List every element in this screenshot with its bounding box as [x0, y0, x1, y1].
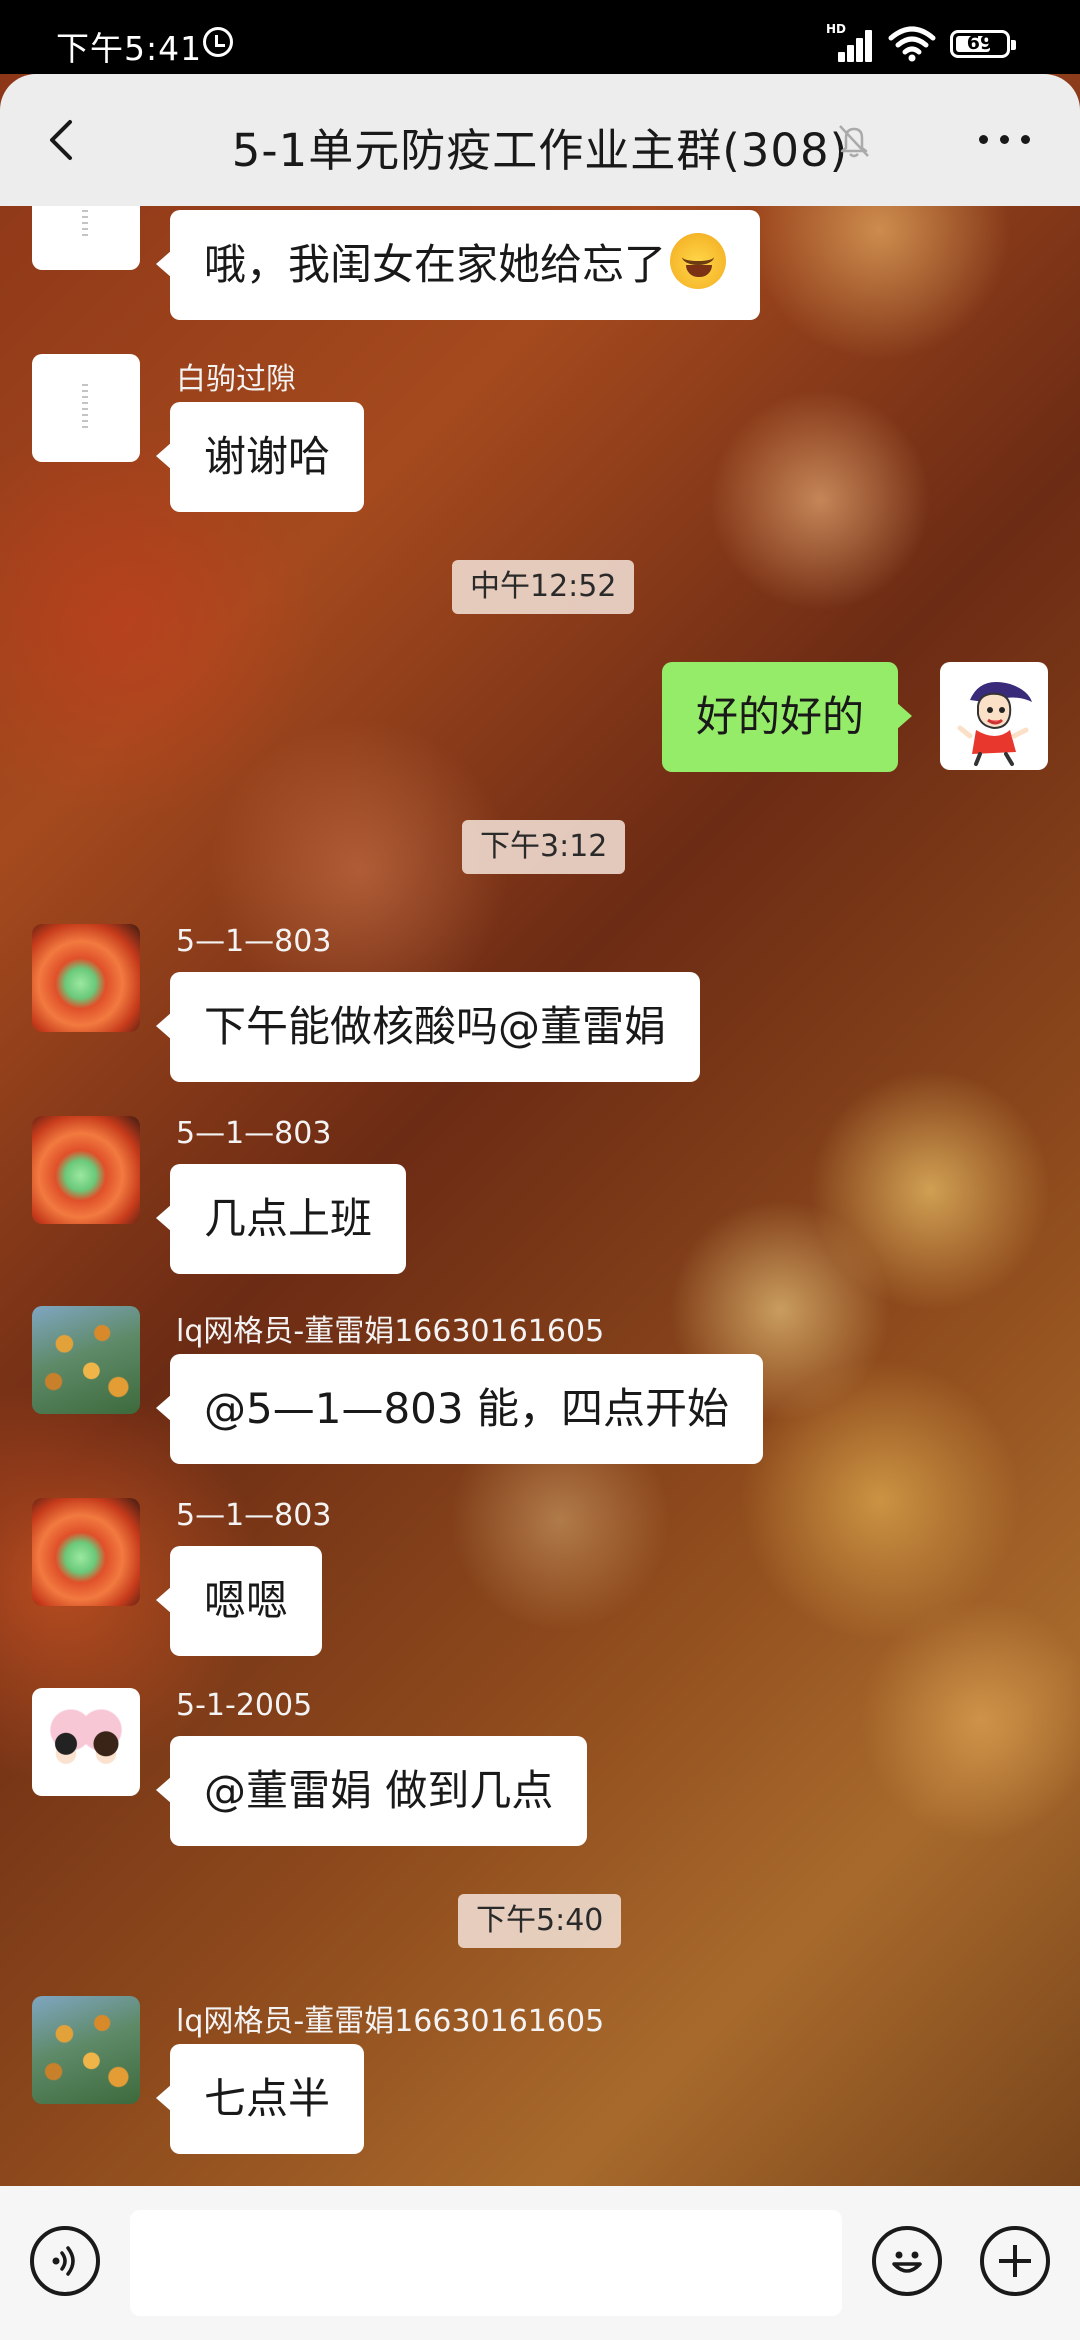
message-text: 下午能做核酸吗@董雷娟	[204, 1002, 667, 1051]
message-bubble[interactable]: @董雷娟 做到几点	[155, 1736, 588, 1846]
status-bar: 下午5:41 HD 69	[0, 0, 1080, 74]
message-text: 好的好的	[696, 692, 865, 741]
sender-name: 5—1—803	[176, 1498, 332, 1533]
message-bubble[interactable]: 哦，我闺女在家她给忘了	[155, 210, 761, 320]
battery-level: 69	[966, 32, 994, 54]
message-text: 几点上班	[204, 1194, 373, 1243]
my-avatar[interactable]	[940, 662, 1048, 770]
timestamp: 下午3:12	[462, 820, 626, 874]
message-text: 嗯嗯	[204, 1576, 289, 1625]
message-text: @5—1—803 能，四点开始	[204, 1384, 729, 1433]
chat-header: 5-1单元防疫工作业主群(308)	[0, 74, 1080, 206]
avatar[interactable]	[32, 1306, 140, 1414]
message-bubble[interactable]: 谢谢哈	[155, 402, 365, 512]
message-bubble[interactable]: 好的好的	[662, 662, 913, 772]
message-bubble[interactable]: @5—1—803 能，四点开始	[156, 1354, 763, 1464]
avatar[interactable]	[32, 354, 140, 462]
sender-name: 5—1—803	[176, 924, 332, 959]
status-time: 下午5:41	[56, 29, 203, 68]
cartoon-character-icon	[957, 682, 1032, 766]
message-bubble[interactable]: 几点上班	[155, 1164, 407, 1274]
chat-area[interactable]: 哦，我闺女在家她给忘了 白驹过隙 谢谢哈 中午12:52 好的好的 下午3:12…	[0, 206, 1080, 2186]
message-bubble[interactable]: 七点半	[155, 2044, 365, 2154]
mute-bell-icon	[839, 125, 869, 158]
chat-title: 5-1单元防疫工作业主群(308)	[231, 124, 849, 177]
avatar[interactable]	[32, 924, 140, 1032]
timestamp: 下午5:40	[458, 1894, 622, 1948]
emoji-icon[interactable]	[872, 2226, 942, 2296]
message-input[interactable]	[130, 2210, 842, 2316]
avatar[interactable]	[32, 1688, 140, 1796]
sender-name: 5-1-2005	[176, 1688, 313, 1723]
signal-icon	[830, 28, 874, 62]
voice-icon[interactable]	[30, 2226, 100, 2296]
message-text: 谢谢哈	[204, 432, 331, 481]
sender-name: 白驹过隙	[176, 362, 296, 397]
laughing-crying-emoji-icon	[670, 233, 727, 289]
avatar[interactable]	[32, 206, 140, 270]
message-text: 哦，我闺女在家她给忘了	[204, 240, 667, 289]
battery-icon: 69	[950, 30, 1016, 58]
sender-name: 5—1—803	[176, 1116, 332, 1151]
sender-name: lq网格员-董雷娟16630161605	[176, 2004, 605, 2039]
message-text: @董雷娟 做到几点	[204, 1766, 554, 1815]
avatar[interactable]	[32, 1116, 140, 1224]
more-options-icon[interactable]	[975, 124, 1035, 154]
sender-name: lq网格员-董雷娟16630161605	[176, 1314, 605, 1349]
alarm-icon	[203, 27, 233, 57]
message-bubble[interactable]: 下午能做核酸吗@董雷娟	[155, 972, 701, 1082]
timestamp: 中午12:52	[452, 560, 635, 614]
avatar[interactable]	[32, 1996, 140, 2104]
message-text: 七点半	[204, 2074, 331, 2123]
plus-icon[interactable]	[980, 2226, 1050, 2296]
avatar[interactable]	[32, 1498, 140, 1606]
message-bubble[interactable]: 嗯嗯	[155, 1546, 323, 1656]
wifi-icon	[888, 26, 936, 62]
input-bar	[0, 2186, 1080, 2340]
